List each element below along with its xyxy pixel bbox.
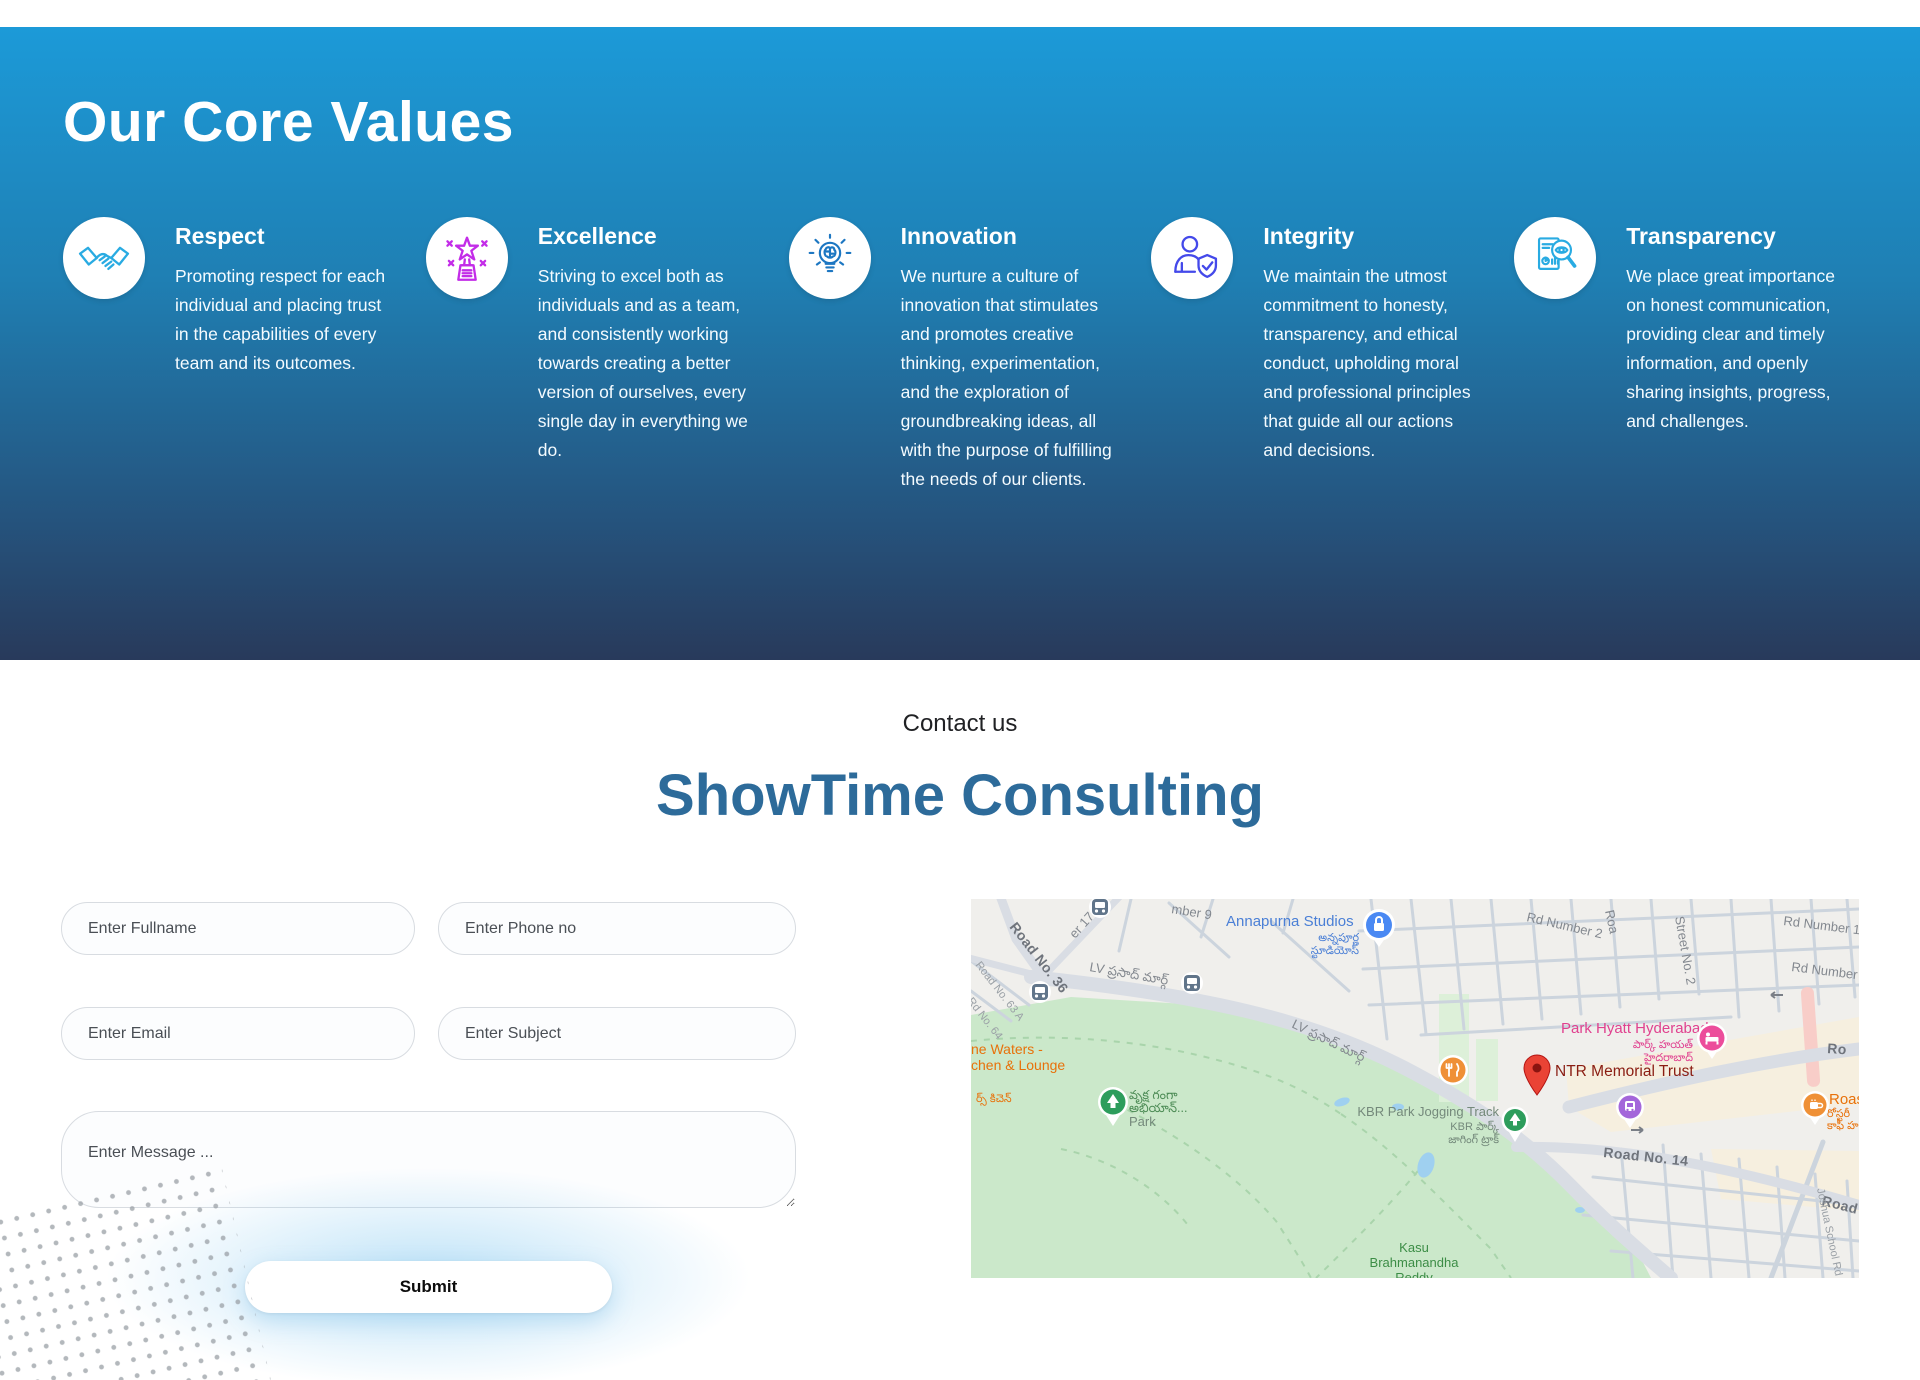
core-values-heading: Our Core Values (63, 89, 514, 155)
svg-text:స్టూడియోస్: స్టూడియోస్ (1311, 944, 1360, 959)
value-title: Transparency (1626, 223, 1841, 250)
page: Our Core Values Respect Promoting respec… (0, 0, 1920, 1380)
value-card-text: Innovation We nurture a culture of innov… (901, 217, 1116, 494)
svg-text:KBR Park Jogging Track: KBR Park Jogging Track (1357, 1104, 1499, 1119)
svg-text:ne Waters -: ne Waters - (971, 1041, 1043, 1057)
phone-input[interactable] (438, 902, 796, 955)
contact-heading: ShowTime Consulting (0, 762, 1920, 829)
value-card-text: Excellence Striving to excel both as ind… (538, 217, 753, 465)
value-card-excellence: Excellence Striving to excel both as ind… (426, 217, 775, 494)
subject-input[interactable] (438, 1007, 796, 1060)
svg-text:ర్స్ కిచెన్: ర్స్ కిచెన్ (976, 1092, 1012, 1106)
svg-text:chen & Lounge: chen & Lounge (971, 1057, 1065, 1073)
core-values-cards: Respect Promoting respect for each indiv… (63, 217, 1863, 494)
value-description: Striving to excel both as individuals an… (538, 262, 753, 465)
email-input[interactable] (61, 1007, 415, 1060)
svg-text:అభియాన్...: అభియాన్... (1129, 1101, 1187, 1115)
value-card-integrity: Integrity We maintain the utmost commitm… (1151, 217, 1500, 494)
svg-text:పార్క్ హయత్: పార్క్ హయత్ (1633, 1038, 1694, 1052)
svg-text:అన్నపూర్ణ: అన్నపూర్ణ (1318, 932, 1359, 946)
handshake-icon (63, 217, 145, 299)
value-card-text: Transparency We place great importance o… (1626, 217, 1841, 436)
svg-text:NTR Memorial Trust: NTR Memorial Trust (1555, 1063, 1694, 1080)
value-title: Integrity (1263, 223, 1478, 250)
value-description: We maintain the utmost commitment to hon… (1263, 262, 1478, 465)
value-description: Promoting respect for each individual an… (175, 262, 390, 378)
core-values-section: Our Core Values Respect Promoting respec… (0, 27, 1920, 660)
svg-text:Kasu: Kasu (1399, 1240, 1429, 1255)
value-card-text: Integrity We maintain the utmost commitm… (1263, 217, 1478, 465)
contact-eyebrow: Contact us (0, 710, 1920, 738)
value-description: We place great importance on honest comm… (1626, 262, 1841, 436)
value-title: Respect (175, 223, 390, 250)
value-description: We nurture a culture of innovation that … (901, 262, 1116, 494)
fullname-input[interactable] (61, 902, 415, 955)
submit-button[interactable]: Submit (245, 1261, 612, 1313)
value-card-text: Respect Promoting respect for each indiv… (175, 217, 390, 378)
trophy-star-icon (426, 217, 508, 299)
svg-text:Brahmanandha: Brahmanandha (1370, 1255, 1460, 1270)
value-card-innovation: Innovation We nurture a culture of innov… (789, 217, 1138, 494)
svg-text:Reddy: Reddy (1395, 1270, 1433, 1278)
lightbulb-brain-icon (789, 217, 871, 299)
document-search-icon (1514, 217, 1596, 299)
value-card-transparency: Transparency We place great importance o… (1514, 217, 1863, 494)
svg-text:జాగింగ్ ట్రాక్: జాగింగ్ ట్రాక్ (1448, 1133, 1500, 1147)
restaurant-icon (1438, 1055, 1468, 1085)
svg-text:Annapurna Studios: Annapurna Studios (1226, 913, 1354, 930)
value-card-respect: Respect Promoting respect for each indiv… (63, 217, 412, 494)
svg-text:Park: Park (1129, 1114, 1156, 1129)
svg-text:Park Hyatt Hyderabad: Park Hyatt Hyderabad (1561, 1020, 1709, 1037)
svg-text:Roas: Roas (1829, 1091, 1859, 1108)
svg-text:KBR పార్క్: KBR పార్క్ (1450, 1120, 1499, 1134)
svg-text:Ro: Ro (1827, 1040, 1848, 1057)
value-title: Excellence (538, 223, 753, 250)
person-shield-icon (1151, 217, 1233, 299)
map[interactable]: Road No. 36 Road No. 63 A Rd No. 64 er 1… (971, 899, 1859, 1278)
value-title: Innovation (901, 223, 1116, 250)
svg-text:కాఫీ హ: కాఫీ హ (1827, 1119, 1859, 1132)
